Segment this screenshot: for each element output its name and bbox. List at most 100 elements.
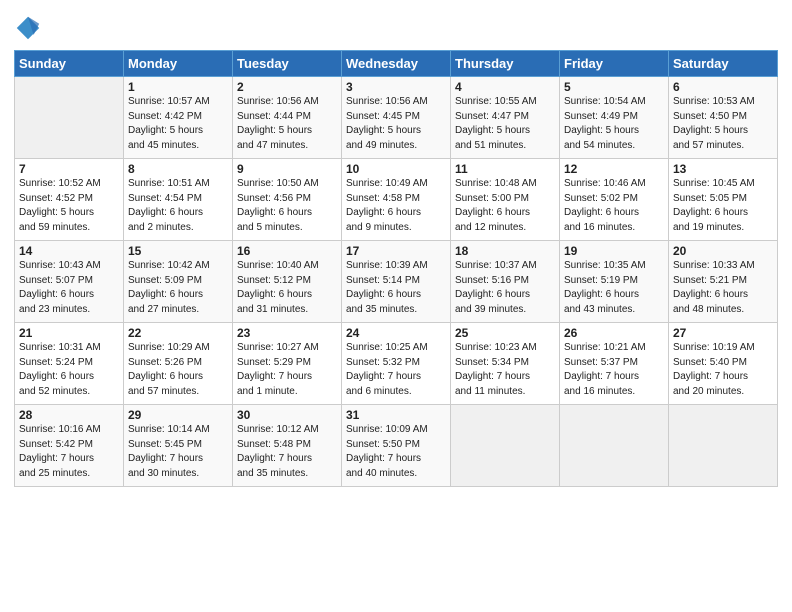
calendar-cell: 5Sunrise: 10:54 AM Sunset: 4:49 PM Dayli… <box>560 77 669 159</box>
day-number: 12 <box>564 162 664 176</box>
calendar-cell: 12Sunrise: 10:46 AM Sunset: 5:02 PM Dayl… <box>560 159 669 241</box>
weekday-header: Wednesday <box>342 51 451 77</box>
weekday-header: Saturday <box>669 51 778 77</box>
header <box>14 10 778 42</box>
day-number: 20 <box>673 244 773 258</box>
day-info: Sunrise: 10:55 AM Sunset: 4:47 PM Daylig… <box>455 95 555 153</box>
day-number: 7 <box>19 162 119 176</box>
calendar-cell: 9Sunrise: 10:50 AM Sunset: 4:56 PM Dayli… <box>233 159 342 241</box>
calendar-cell: 26Sunrise: 10:21 AM Sunset: 5:37 PM Dayl… <box>560 323 669 405</box>
calendar-cell: 2Sunrise: 10:56 AM Sunset: 4:44 PM Dayli… <box>233 77 342 159</box>
page-container: SundayMondayTuesdayWednesdayThursdayFrid… <box>0 0 792 497</box>
day-number: 26 <box>564 326 664 340</box>
calendar-table: SundayMondayTuesdayWednesdayThursdayFrid… <box>14 50 778 487</box>
calendar-cell: 23Sunrise: 10:27 AM Sunset: 5:29 PM Dayl… <box>233 323 342 405</box>
day-number: 13 <box>673 162 773 176</box>
day-number: 18 <box>455 244 555 258</box>
calendar-cell: 3Sunrise: 10:56 AM Sunset: 4:45 PM Dayli… <box>342 77 451 159</box>
day-info: Sunrise: 10:23 AM Sunset: 5:34 PM Daylig… <box>455 341 555 399</box>
calendar-week-row: 1Sunrise: 10:57 AM Sunset: 4:42 PM Dayli… <box>15 77 778 159</box>
day-info: Sunrise: 10:37 AM Sunset: 5:16 PM Daylig… <box>455 259 555 317</box>
calendar-cell: 22Sunrise: 10:29 AM Sunset: 5:26 PM Dayl… <box>124 323 233 405</box>
day-info: Sunrise: 10:12 AM Sunset: 5:48 PM Daylig… <box>237 423 337 481</box>
day-number: 3 <box>346 80 446 94</box>
day-info: Sunrise: 10:31 AM Sunset: 5:24 PM Daylig… <box>19 341 119 399</box>
day-info: Sunrise: 10:49 AM Sunset: 4:58 PM Daylig… <box>346 177 446 235</box>
weekday-header: Friday <box>560 51 669 77</box>
day-number: 8 <box>128 162 228 176</box>
day-info: Sunrise: 10:14 AM Sunset: 5:45 PM Daylig… <box>128 423 228 481</box>
day-info: Sunrise: 10:09 AM Sunset: 5:50 PM Daylig… <box>346 423 446 481</box>
day-info: Sunrise: 10:53 AM Sunset: 4:50 PM Daylig… <box>673 95 773 153</box>
calendar-cell: 11Sunrise: 10:48 AM Sunset: 5:00 PM Dayl… <box>451 159 560 241</box>
calendar-cell: 7Sunrise: 10:52 AM Sunset: 4:52 PM Dayli… <box>15 159 124 241</box>
day-info: Sunrise: 10:40 AM Sunset: 5:12 PM Daylig… <box>237 259 337 317</box>
calendar-week-row: 7Sunrise: 10:52 AM Sunset: 4:52 PM Dayli… <box>15 159 778 241</box>
day-number: 9 <box>237 162 337 176</box>
day-number: 29 <box>128 408 228 422</box>
day-info: Sunrise: 10:19 AM Sunset: 5:40 PM Daylig… <box>673 341 773 399</box>
logo <box>14 14 44 42</box>
calendar-cell <box>560 405 669 487</box>
calendar-cell: 8Sunrise: 10:51 AM Sunset: 4:54 PM Dayli… <box>124 159 233 241</box>
day-info: Sunrise: 10:29 AM Sunset: 5:26 PM Daylig… <box>128 341 228 399</box>
day-info: Sunrise: 10:16 AM Sunset: 5:42 PM Daylig… <box>19 423 119 481</box>
calendar-cell: 16Sunrise: 10:40 AM Sunset: 5:12 PM Dayl… <box>233 241 342 323</box>
calendar-week-row: 14Sunrise: 10:43 AM Sunset: 5:07 PM Dayl… <box>15 241 778 323</box>
day-number: 23 <box>237 326 337 340</box>
weekday-header: Sunday <box>15 51 124 77</box>
day-number: 21 <box>19 326 119 340</box>
calendar-cell: 10Sunrise: 10:49 AM Sunset: 4:58 PM Dayl… <box>342 159 451 241</box>
day-number: 27 <box>673 326 773 340</box>
day-number: 6 <box>673 80 773 94</box>
calendar-cell: 31Sunrise: 10:09 AM Sunset: 5:50 PM Dayl… <box>342 405 451 487</box>
day-info: Sunrise: 10:42 AM Sunset: 5:09 PM Daylig… <box>128 259 228 317</box>
day-info: Sunrise: 10:45 AM Sunset: 5:05 PM Daylig… <box>673 177 773 235</box>
day-info: Sunrise: 10:33 AM Sunset: 5:21 PM Daylig… <box>673 259 773 317</box>
calendar-cell: 6Sunrise: 10:53 AM Sunset: 4:50 PM Dayli… <box>669 77 778 159</box>
calendar-cell: 14Sunrise: 10:43 AM Sunset: 5:07 PM Dayl… <box>15 241 124 323</box>
day-number: 1 <box>128 80 228 94</box>
day-number: 4 <box>455 80 555 94</box>
calendar-cell: 4Sunrise: 10:55 AM Sunset: 4:47 PM Dayli… <box>451 77 560 159</box>
day-number: 31 <box>346 408 446 422</box>
weekday-header: Thursday <box>451 51 560 77</box>
day-info: Sunrise: 10:52 AM Sunset: 4:52 PM Daylig… <box>19 177 119 235</box>
day-info: Sunrise: 10:50 AM Sunset: 4:56 PM Daylig… <box>237 177 337 235</box>
calendar-cell: 19Sunrise: 10:35 AM Sunset: 5:19 PM Dayl… <box>560 241 669 323</box>
calendar-cell <box>451 405 560 487</box>
day-info: Sunrise: 10:46 AM Sunset: 5:02 PM Daylig… <box>564 177 664 235</box>
day-info: Sunrise: 10:54 AM Sunset: 4:49 PM Daylig… <box>564 95 664 153</box>
calendar-week-row: 21Sunrise: 10:31 AM Sunset: 5:24 PM Dayl… <box>15 323 778 405</box>
day-info: Sunrise: 10:56 AM Sunset: 4:45 PM Daylig… <box>346 95 446 153</box>
calendar-cell <box>15 77 124 159</box>
day-info: Sunrise: 10:57 AM Sunset: 4:42 PM Daylig… <box>128 95 228 153</box>
day-number: 15 <box>128 244 228 258</box>
day-info: Sunrise: 10:35 AM Sunset: 5:19 PM Daylig… <box>564 259 664 317</box>
calendar-cell: 13Sunrise: 10:45 AM Sunset: 5:05 PM Dayl… <box>669 159 778 241</box>
calendar-cell: 25Sunrise: 10:23 AM Sunset: 5:34 PM Dayl… <box>451 323 560 405</box>
calendar-cell: 17Sunrise: 10:39 AM Sunset: 5:14 PM Dayl… <box>342 241 451 323</box>
day-number: 5 <box>564 80 664 94</box>
day-number: 2 <box>237 80 337 94</box>
day-number: 11 <box>455 162 555 176</box>
day-number: 19 <box>564 244 664 258</box>
day-info: Sunrise: 10:43 AM Sunset: 5:07 PM Daylig… <box>19 259 119 317</box>
day-info: Sunrise: 10:21 AM Sunset: 5:37 PM Daylig… <box>564 341 664 399</box>
day-info: Sunrise: 10:48 AM Sunset: 5:00 PM Daylig… <box>455 177 555 235</box>
day-info: Sunrise: 10:25 AM Sunset: 5:32 PM Daylig… <box>346 341 446 399</box>
day-info: Sunrise: 10:56 AM Sunset: 4:44 PM Daylig… <box>237 95 337 153</box>
calendar-cell: 27Sunrise: 10:19 AM Sunset: 5:40 PM Dayl… <box>669 323 778 405</box>
calendar-cell: 29Sunrise: 10:14 AM Sunset: 5:45 PM Dayl… <box>124 405 233 487</box>
calendar-cell: 28Sunrise: 10:16 AM Sunset: 5:42 PM Dayl… <box>15 405 124 487</box>
calendar-week-row: 28Sunrise: 10:16 AM Sunset: 5:42 PM Dayl… <box>15 405 778 487</box>
day-number: 17 <box>346 244 446 258</box>
day-number: 16 <box>237 244 337 258</box>
day-info: Sunrise: 10:39 AM Sunset: 5:14 PM Daylig… <box>346 259 446 317</box>
logo-icon <box>14 14 42 42</box>
weekday-header-row: SundayMondayTuesdayWednesdayThursdayFrid… <box>15 51 778 77</box>
calendar-cell <box>669 405 778 487</box>
calendar-cell: 15Sunrise: 10:42 AM Sunset: 5:09 PM Dayl… <box>124 241 233 323</box>
day-number: 28 <box>19 408 119 422</box>
calendar-cell: 20Sunrise: 10:33 AM Sunset: 5:21 PM Dayl… <box>669 241 778 323</box>
